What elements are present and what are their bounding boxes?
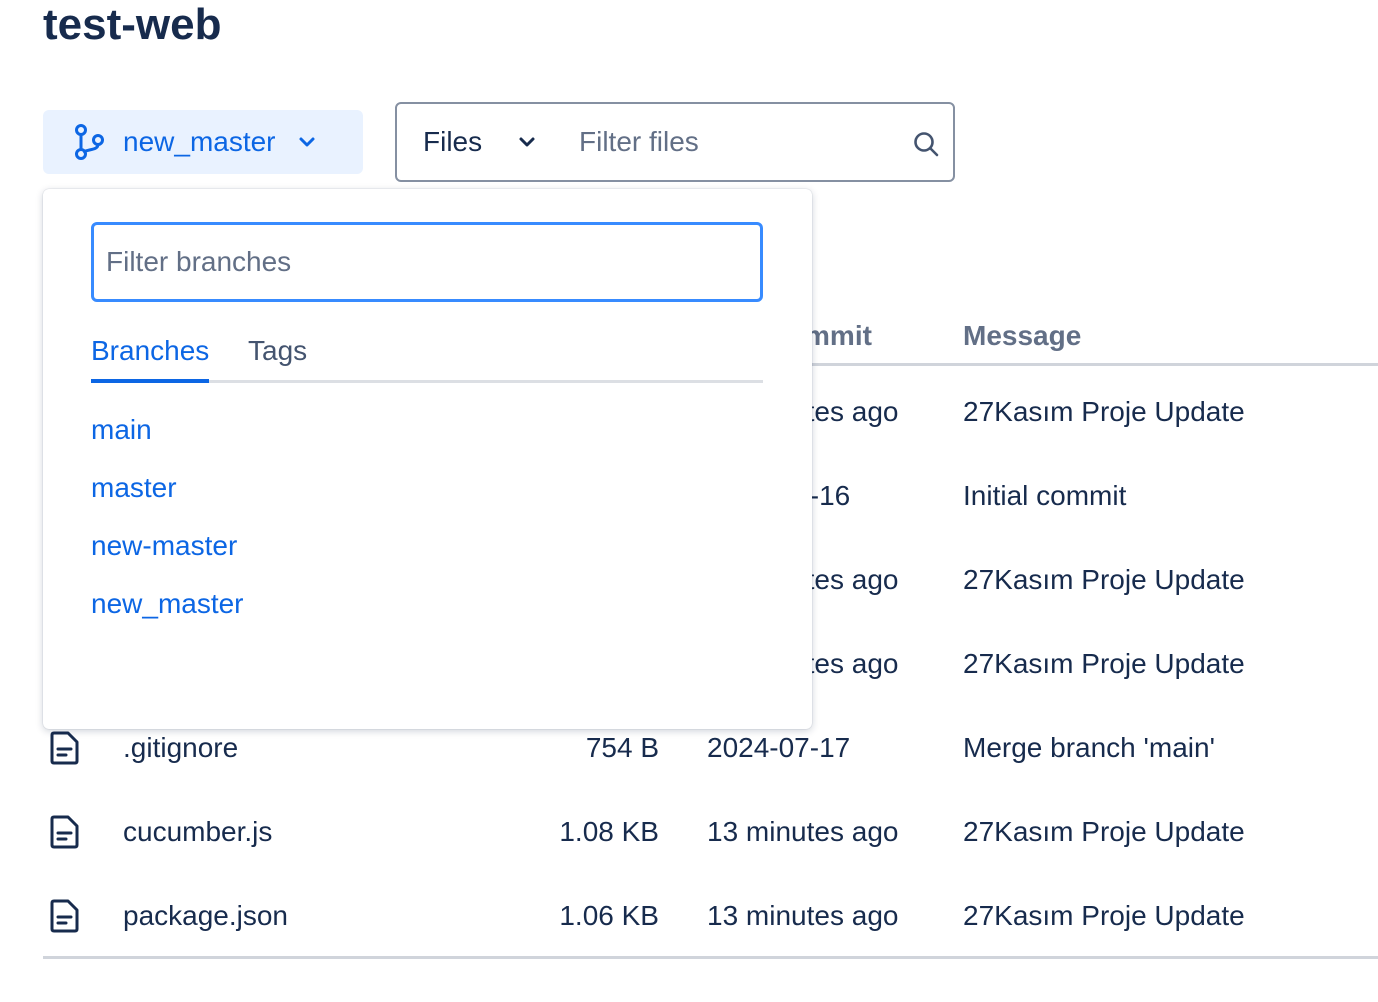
branch-item-new-underscore-master[interactable]: new_master xyxy=(91,581,244,639)
file-icon xyxy=(49,874,81,958)
search-icon[interactable] xyxy=(912,130,940,158)
file-icon xyxy=(49,790,81,874)
branch-item-master[interactable]: master xyxy=(91,465,244,523)
branch-item-new-master[interactable]: new-master xyxy=(91,523,244,581)
filter-files-input[interactable] xyxy=(577,114,897,170)
current-branch-label: new_master xyxy=(123,126,276,157)
tab-tags[interactable]: Tags xyxy=(248,335,307,379)
tab-branches[interactable]: Branches xyxy=(91,335,210,383)
row-commit-message[interactable]: Merge branch 'main' xyxy=(963,706,1215,790)
table-row[interactable]: package.json 1.06 KB 13 minutes ago 27Ka… xyxy=(43,874,1378,958)
row-file-size: 1.08 KB xyxy=(559,816,659,847)
files-mode-label: Files xyxy=(423,126,483,157)
row-commit-message[interactable]: 27Kasım Proje Update xyxy=(963,370,1245,454)
files-search-combo: Files xyxy=(395,102,955,182)
branch-selector-button[interactable]: new_master xyxy=(43,110,363,174)
row-commit-message[interactable]: 27Kasım Proje Update xyxy=(963,874,1245,958)
chevron-down-icon xyxy=(518,136,536,148)
branch-list: main master new-master new_master xyxy=(91,407,244,639)
row-commit-message[interactable]: 27Kasım Proje Update xyxy=(963,790,1245,874)
chevron-down-icon xyxy=(298,136,316,148)
branch-dropdown: Branches Tags main master new-master new… xyxy=(43,189,812,729)
filter-branches-input[interactable] xyxy=(91,222,763,302)
row-commit-message[interactable]: 27Kasım Proje Update xyxy=(963,538,1245,622)
branch-item-main[interactable]: main xyxy=(91,407,244,465)
row-commit-message[interactable]: 27Kasım Proje Update xyxy=(963,622,1245,706)
branch-tag-tabs: Branches Tags xyxy=(91,329,763,383)
row-commit-time: 13 minutes ago xyxy=(707,816,899,847)
row-file-name[interactable]: package.json xyxy=(123,874,288,958)
files-mode-select[interactable]: Files xyxy=(423,104,536,180)
git-branch-icon xyxy=(73,122,109,162)
header-message: Message xyxy=(963,320,1082,351)
row-file-size: 1.06 KB xyxy=(559,900,659,931)
table-bottom-divider xyxy=(43,956,1378,959)
table-row[interactable]: cucumber.js 1.08 KB 13 minutes ago 27Kas… xyxy=(43,790,1378,874)
row-file-name[interactable]: cucumber.js xyxy=(123,790,272,874)
row-commit-time: 13 minutes ago xyxy=(707,900,899,931)
repo-title: test-web xyxy=(43,0,222,49)
row-commit-message[interactable]: Initial commit xyxy=(963,454,1126,538)
page: test-web new_master Files Filter files c… xyxy=(0,0,1378,1002)
